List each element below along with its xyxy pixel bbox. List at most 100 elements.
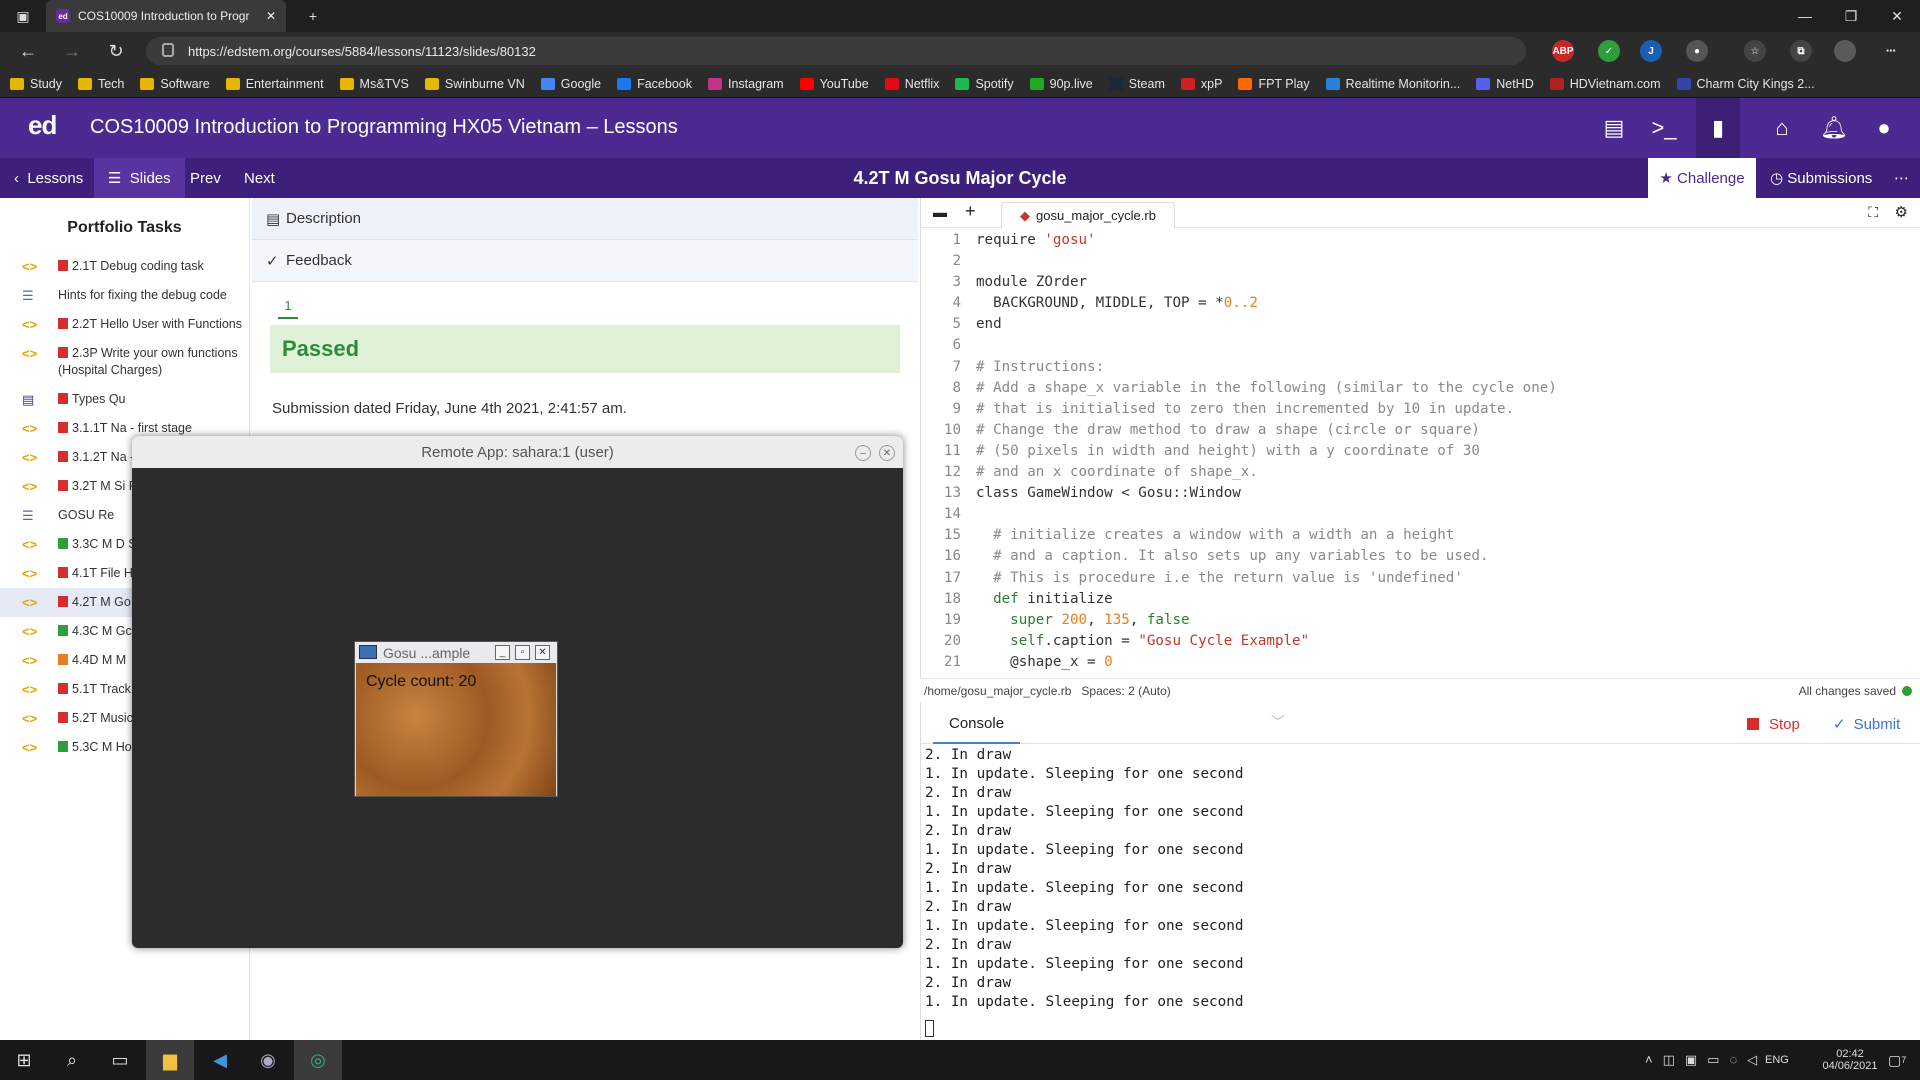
system-tray-icons[interactable]: ˄◫▣▭◌◁	[1645, 1040, 1767, 1080]
gosu-canvas[interactable]: Cycle count: 20	[356, 663, 556, 796]
lessons-icon[interactable]: ▮	[1696, 98, 1740, 158]
submissions-tab[interactable]: ◷ Submissions	[1756, 158, 1886, 198]
bookmark-item[interactable]: Tech	[77, 77, 124, 91]
back-icon[interactable]: ←	[10, 32, 46, 70]
file-tab[interactable]: ◆ gosu_major_cycle.rb	[1001, 202, 1175, 228]
stop-button[interactable]: Stop	[1747, 704, 1800, 744]
bookmark-item[interactable]: Spotify	[955, 77, 1014, 91]
remote-minimize-icon[interactable]: –	[855, 445, 871, 461]
sidebar-item[interactable]: <> 2.2T Hello User with Functions	[0, 310, 249, 339]
description-section[interactable]: ▤ Description	[252, 198, 918, 240]
bookmark-item[interactable]: Steam	[1108, 77, 1165, 91]
chat-icon[interactable]: ▤	[1598, 112, 1630, 144]
code-line[interactable]: # (50 pixels in width and height) with a…	[976, 441, 1557, 462]
bookmark-item[interactable]: Swinburne VN	[424, 77, 525, 91]
feedback-section[interactable]: ✓ Feedback	[252, 240, 918, 282]
home-icon[interactable]: ⌂	[1766, 112, 1798, 144]
collections-icon[interactable]: ⧉	[1790, 40, 1812, 62]
code-line[interactable]	[976, 504, 1557, 525]
download-icon[interactable]: ●	[1686, 40, 1708, 62]
code-line[interactable]: # Change the draw method to draw a shape…	[976, 420, 1557, 441]
code-line[interactable]: BACKGROUND, MIDDLE, TOP = *0..2	[976, 293, 1557, 314]
fullscreen-icon[interactable]: ⛶	[1868, 204, 1878, 221]
code-line[interactable]: self.caption = "Gosu Cycle Example"	[976, 631, 1557, 652]
bookmark-item[interactable]: Ms&TVS	[339, 77, 409, 91]
console-tab[interactable]: Console	[933, 704, 1021, 744]
sidebar-item[interactable]: <> 2.1T Debug coding task	[0, 252, 249, 281]
bookmark-item[interactable]: HDVietnam.com	[1549, 77, 1661, 91]
favorites-icon[interactable]: ☆	[1744, 40, 1766, 62]
start-icon[interactable]: ⊞	[0, 1040, 48, 1080]
language-indicator[interactable]: ENG	[1765, 1040, 1789, 1080]
remote-close-icon[interactable]: ✕	[879, 445, 895, 461]
code-line[interactable]	[976, 335, 1557, 356]
lessons-button[interactable]: ‹ Lessons	[0, 158, 97, 198]
clock[interactable]: 02:42 04/06/2021	[1820, 1040, 1880, 1080]
code-line[interactable]: # Instructions:	[976, 357, 1557, 378]
gosu-titlebar[interactable]: Gosu ...ample _ ▫ ✕	[355, 642, 557, 663]
ed-logo[interactable]: ed	[28, 110, 57, 141]
more-options-icon[interactable]: ⋯	[1880, 158, 1920, 198]
code-text[interactable]: require 'gosu' module ZOrder BACKGROUND,…	[976, 230, 1557, 673]
notifications-icon[interactable]: ▢ 7	[1888, 1040, 1906, 1080]
code-line[interactable]: # initialize creates a window with a wid…	[976, 525, 1557, 546]
bookmark-item[interactable]: FPT Play	[1238, 77, 1310, 91]
code-line[interactable]: end	[976, 314, 1557, 335]
code-line[interactable]: # This is procedure i.e the return value…	[976, 568, 1557, 589]
bookmark-item[interactable]: Netflix	[884, 77, 939, 91]
minimize-icon[interactable]: —	[1782, 0, 1828, 32]
sidebar-item[interactable]: ☰ Hints for fixing the debug code	[0, 281, 249, 310]
bookmark-item[interactable]: Facebook	[617, 77, 692, 91]
new-tab-icon[interactable]: +	[290, 0, 336, 32]
gosu-minimize-icon[interactable]: _	[495, 645, 510, 660]
collapse-icon[interactable]: ﹀	[1271, 712, 1285, 732]
browser-tab[interactable]: ed COS10009 Introduction to Progr ✕	[46, 0, 286, 32]
console-output[interactable]: 2. In draw 1. In update. Sleeping for one…	[925, 746, 1243, 1012]
result-tab[interactable]: 1	[278, 298, 298, 319]
url-input[interactable]: https://edstem.org/courses/5884/lessons/…	[146, 37, 1526, 65]
code-line[interactable]: # and a caption. It also sets up any var…	[976, 546, 1557, 567]
extension-icon[interactable]: J	[1640, 40, 1662, 62]
code-line[interactable]: super 200, 135, false	[976, 610, 1557, 631]
file-explorer-icon[interactable]: ▆	[146, 1040, 194, 1080]
code-line[interactable]	[976, 251, 1557, 272]
gosu-close-icon[interactable]: ✕	[535, 645, 550, 660]
restore-icon[interactable]: ❐	[1828, 0, 1874, 32]
close-tab-icon[interactable]: ✕	[266, 9, 276, 23]
bookmark-item[interactable]: Instagram	[707, 77, 784, 91]
adblock-icon[interactable]: ABP	[1552, 40, 1574, 62]
settings-icon[interactable]: ⚙	[1895, 203, 1908, 221]
code-line[interactable]: module ZOrder	[976, 272, 1557, 293]
profile-icon[interactable]	[1834, 40, 1856, 62]
bookmark-item[interactable]: xpP	[1180, 77, 1222, 91]
bookmark-item[interactable]: Entertainment	[225, 77, 324, 91]
bookmark-item[interactable]: YouTube	[799, 77, 869, 91]
submit-button[interactable]: ✓ Submit	[1833, 704, 1900, 744]
more-icon[interactable]: ⋯	[1880, 40, 1902, 62]
search-icon[interactable]: ⌕	[48, 1040, 96, 1080]
code-line[interactable]: # Add a shape_x variable in the followin…	[976, 378, 1557, 399]
terminal-tab-icon[interactable]: ▬	[933, 204, 947, 220]
slides-button[interactable]: ☰ Slides	[94, 158, 185, 198]
refresh-icon[interactable]: ↻	[98, 32, 134, 70]
bookmark-item[interactable]: NetHD	[1476, 77, 1534, 91]
remote-app-titlebar[interactable]: Remote App: sahara:1 (user) – ✕	[132, 436, 903, 468]
sidebar-item[interactable]: <> 2.3P Write your own functions (Hospita…	[0, 339, 249, 385]
challenge-tab[interactable]: ★ Challenge	[1648, 158, 1756, 198]
bookmark-item[interactable]: Realtime Monitorin...	[1325, 77, 1460, 91]
code-line[interactable]: # that is initialised to zero then incre…	[976, 399, 1557, 420]
code-line[interactable]: @shape_x = 0	[976, 652, 1557, 673]
bell-icon[interactable]: 🔔︎	[1818, 112, 1850, 144]
bookmark-item[interactable]: Study	[10, 77, 62, 91]
sidebar-item[interactable]: ▤ Types Qu	[0, 385, 249, 414]
bookmark-item[interactable]: Google	[540, 77, 601, 91]
terminal-icon[interactable]: >_	[1648, 112, 1680, 144]
prev-button[interactable]: Prev	[176, 158, 235, 198]
vscode-icon[interactable]: ◀	[196, 1040, 244, 1080]
bookmark-item[interactable]: 90p.live	[1029, 77, 1093, 91]
task-view-icon[interactable]: ▭	[96, 1040, 144, 1080]
forward-icon[interactable]: →	[54, 32, 90, 70]
close-window-icon[interactable]: ✕	[1874, 0, 1920, 32]
edge-icon[interactable]: ◎	[294, 1040, 342, 1080]
shield-icon[interactable]: ✓	[1598, 40, 1620, 62]
